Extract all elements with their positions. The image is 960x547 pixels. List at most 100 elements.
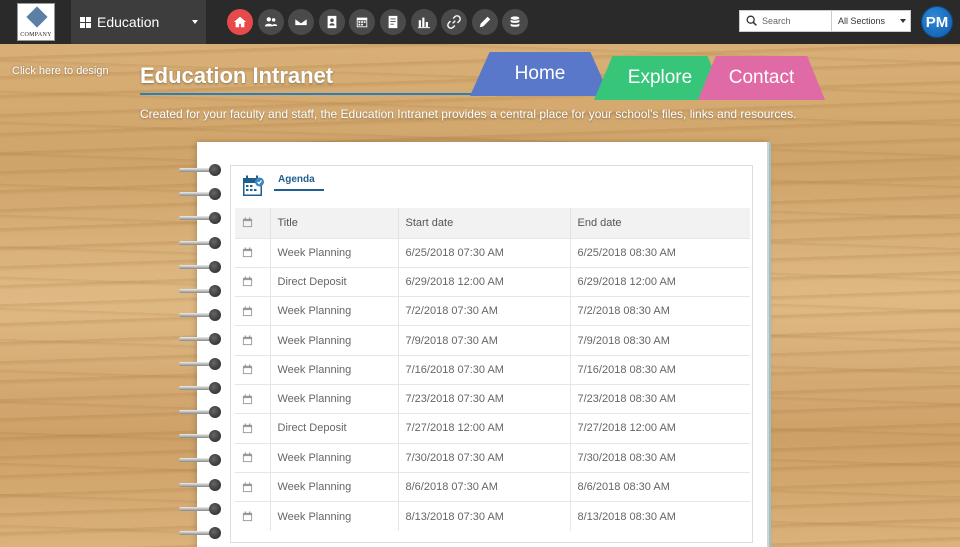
- calendar-icon: [242, 247, 253, 258]
- event-title[interactable]: Week Planning: [269, 237, 398, 268]
- pen-icon[interactable]: [471, 9, 498, 35]
- table-row[interactable]: Week Planning 6/25/2018 07:30 AM 6/25/2018…: [235, 237, 750, 268]
- row-icon-cell: [235, 354, 270, 385]
- event-title[interactable]: Week Planning: [269, 325, 398, 356]
- calendar-icon: [242, 452, 253, 463]
- table-row[interactable]: Week Planning 7/30/2018 07:30 AM 7/30/2018…: [235, 442, 750, 473]
- calendar-icon[interactable]: [349, 9, 376, 35]
- event-title[interactable]: Direct Deposit: [269, 413, 398, 444]
- database-icon[interactable]: [502, 9, 529, 35]
- event-end-date: 8/6/2018 08:30 AM: [569, 471, 750, 502]
- row-icon-cell: [235, 413, 270, 444]
- spiral-ring: [179, 527, 221, 539]
- event-end-date: 8/13/2018 08:30 AM: [569, 501, 750, 531]
- search-scope-value: All Sections: [838, 16, 886, 26]
- spiral-ring: [179, 236, 221, 249]
- mail-icon[interactable]: [288, 9, 315, 35]
- table-row[interactable]: Week Planning 7/9/2018 07:30 AM 7/9/2018 0…: [235, 325, 750, 356]
- design-link[interactable]: Click here to design: [12, 65, 109, 77]
- grid-icon: [80, 16, 91, 28]
- table-row[interactable]: Week Planning 8/13/2018 07:30 AM 8/13/2018…: [235, 501, 750, 531]
- table-row[interactable]: Week Planning 8/6/2018 07:30 AM 8/6/2018 0…: [235, 471, 750, 502]
- event-end-date: 7/30/2018 08:30 AM: [569, 442, 750, 473]
- spiral-ring: [179, 430, 221, 443]
- calendar-icon: [242, 423, 253, 434]
- link-icon[interactable]: [441, 9, 468, 35]
- chevron-down-icon: [192, 20, 198, 24]
- column-header-icon: [235, 208, 270, 238]
- event-title[interactable]: Week Planning: [269, 471, 398, 502]
- table-row[interactable]: Direct Deposit 7/27/2018 12:00 AM 7/27/201…: [235, 413, 750, 444]
- event-start-date: 7/23/2018 07:30 AM: [397, 383, 570, 414]
- spiral-ring: [179, 164, 221, 176]
- spiral-ring: [179, 502, 221, 515]
- logo-mark-icon: [26, 6, 48, 28]
- table-row[interactable]: Week Planning 7/2/2018 07:30 AM 7/2/2018 0…: [235, 296, 750, 326]
- spiral-ring: [179, 260, 221, 273]
- spiral-ring: [179, 454, 221, 467]
- event-title[interactable]: Week Planning: [269, 296, 398, 326]
- top-bar: COMPANY Education Search All Sections PM: [0, 0, 960, 44]
- tab-agenda[interactable]: Agenda: [278, 174, 326, 190]
- calendar-icon: [242, 511, 253, 522]
- people-icon[interactable]: [257, 9, 284, 35]
- agenda-panel: Agenda Title Start date End date Week Pl…: [230, 165, 753, 543]
- search-input[interactable]: [762, 16, 834, 26]
- event-end-date: 7/2/2018 08:30 AM: [569, 296, 750, 326]
- company-logo[interactable]: COMPANY: [17, 3, 55, 41]
- nav-icon-bar: [227, 9, 529, 35]
- documents-icon[interactable]: [379, 9, 406, 35]
- chart-icon[interactable]: [410, 9, 437, 35]
- table-row[interactable]: Week Planning 7/16/2018 07:30 AM 7/16/2018…: [235, 354, 750, 385]
- spiral-ring: [179, 285, 221, 297]
- avatar[interactable]: PM: [921, 6, 953, 38]
- event-start-date: 6/25/2018 07:30 AM: [397, 237, 570, 268]
- table-row[interactable]: Week Planning 7/23/2018 07:30 AM 7/23/2018…: [235, 383, 750, 414]
- site-selector[interactable]: Education: [71, 0, 206, 44]
- event-start-date: 7/2/2018 07:30 AM: [397, 296, 570, 326]
- event-title[interactable]: Week Planning: [269, 442, 398, 473]
- calendar-icon: [242, 276, 253, 287]
- event-title[interactable]: Week Planning: [269, 501, 398, 531]
- column-header-end-date[interactable]: End date: [569, 208, 750, 238]
- column-header-start-date[interactable]: Start date: [397, 208, 570, 238]
- event-start-date: 6/29/2018 12:00 AM: [397, 266, 570, 297]
- tab-agenda-underline: [274, 189, 324, 191]
- search-icon[interactable]: [745, 14, 759, 28]
- event-end-date: 6/29/2018 12:00 AM: [569, 266, 750, 297]
- spiral-ring: [179, 478, 221, 491]
- row-icon-cell: [235, 325, 270, 356]
- event-end-date: 7/23/2018 08:30 AM: [569, 383, 750, 414]
- contacts-icon[interactable]: [318, 9, 345, 35]
- table-row[interactable]: Direct Deposit 6/29/2018 12:00 AM 6/29/201…: [235, 266, 750, 297]
- row-icon-cell: [235, 501, 270, 531]
- event-title[interactable]: Week Planning: [269, 354, 398, 385]
- calendar-icon: [242, 481, 253, 492]
- spiral-ring: [179, 212, 221, 225]
- row-icon-cell: [235, 383, 270, 414]
- column-header-title[interactable]: Title: [269, 208, 398, 238]
- event-end-date: 7/16/2018 08:30 AM: [569, 354, 750, 385]
- event-start-date: 7/16/2018 07:30 AM: [397, 354, 570, 385]
- row-icon-cell: [235, 471, 270, 502]
- event-end-date: 7/9/2018 08:30 AM: [569, 325, 750, 356]
- spiral-ring: [179, 406, 221, 418]
- event-start-date: 7/30/2018 07:30 AM: [397, 442, 570, 473]
- event-title[interactable]: Week Planning: [269, 383, 398, 414]
- agenda-table-body: Week Planning 6/25/2018 07:30 AM 6/25/2018…: [235, 237, 750, 531]
- event-start-date: 8/13/2018 07:30 AM: [397, 501, 570, 531]
- event-start-date: 7/27/2018 12:00 AM: [397, 413, 570, 444]
- calendar-icon: [243, 175, 264, 196]
- spiral-ring: [179, 357, 221, 370]
- home-icon[interactable]: [227, 9, 253, 35]
- event-end-date: 7/27/2018 12:00 AM: [569, 413, 750, 444]
- tab-contact[interactable]: Contact: [698, 56, 825, 100]
- spiral-ring: [179, 381, 221, 394]
- calendar-icon: [242, 394, 253, 404]
- tab-home[interactable]: Home: [470, 52, 610, 96]
- event-start-date: 7/9/2018 07:30 AM: [397, 325, 570, 356]
- event-title[interactable]: Direct Deposit: [269, 266, 398, 297]
- search-scope-select[interactable]: All Sections: [831, 11, 911, 31]
- spiral-ring: [179, 188, 221, 201]
- spiral-ring: [179, 333, 221, 346]
